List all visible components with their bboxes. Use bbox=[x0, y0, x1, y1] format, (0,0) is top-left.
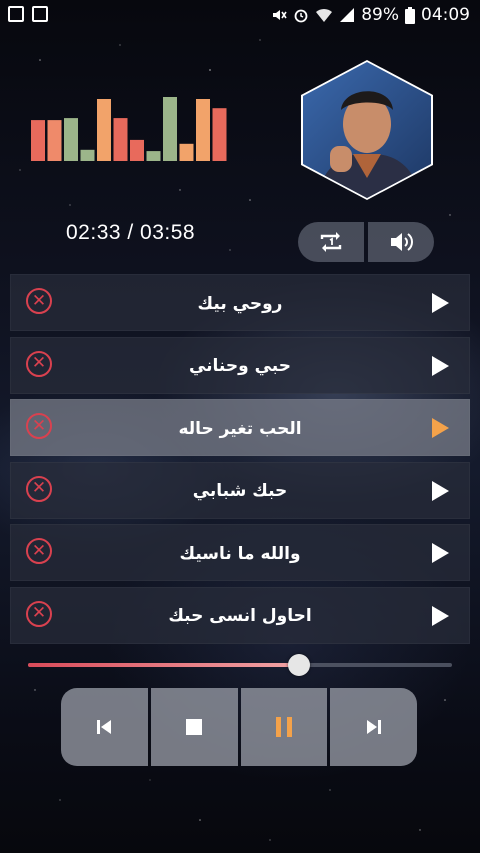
equalizer-visualizer bbox=[31, 97, 227, 161]
next-button[interactable] bbox=[330, 688, 417, 766]
list-item[interactable]: ✕ روحي بيك bbox=[10, 274, 470, 331]
track-title: احاول انسى حبك bbox=[168, 606, 312, 626]
status-bar: 89% 04:09 bbox=[0, 0, 480, 34]
seek-thumb[interactable] bbox=[288, 654, 311, 676]
previous-icon bbox=[97, 720, 112, 734]
equalizer-bar bbox=[196, 99, 210, 161]
signal-icon bbox=[340, 8, 355, 22]
battery-percent: 89% bbox=[361, 5, 399, 25]
elapsed-total-time: 02:33 / 03:58 bbox=[66, 221, 196, 244]
edit-notification-icon bbox=[8, 6, 24, 22]
delete-icon[interactable]: ✕ bbox=[26, 475, 52, 502]
pause-button[interactable] bbox=[240, 688, 328, 766]
track-title: والله ما ناسيك bbox=[179, 543, 301, 564]
seek-progress bbox=[28, 663, 300, 667]
pause-icon bbox=[275, 717, 292, 737]
equalizer-bar bbox=[64, 118, 78, 161]
repeat-button[interactable] bbox=[298, 222, 364, 262]
wifi-icon bbox=[316, 8, 333, 22]
seek-bar[interactable] bbox=[28, 654, 452, 676]
equalizer-bar bbox=[163, 97, 177, 161]
equalizer-bar bbox=[80, 149, 95, 161]
delete-icon[interactable]: ✕ bbox=[26, 538, 52, 564]
transport-controls bbox=[61, 688, 417, 766]
delete-icon[interactable]: ✕ bbox=[26, 288, 52, 314]
track-title: روحي بيك bbox=[197, 293, 283, 314]
battery-icon bbox=[405, 6, 415, 24]
clock: 04:09 bbox=[421, 5, 470, 25]
artist-avatar[interactable] bbox=[295, 58, 439, 202]
alarm-icon bbox=[294, 9, 308, 23]
previous-button[interactable] bbox=[61, 688, 148, 766]
equalizer-bar bbox=[130, 139, 144, 161]
next-icon bbox=[366, 720, 381, 734]
track-title: حبي وحناني bbox=[188, 356, 292, 376]
stop-button[interactable] bbox=[150, 688, 238, 766]
list-item[interactable]: ✕ والله ما ناسيك bbox=[10, 524, 470, 581]
delete-icon[interactable]: ✕ bbox=[26, 350, 52, 377]
play-icon[interactable] bbox=[432, 480, 449, 501]
list-item-active[interactable]: ✕ الحب تغير حاله bbox=[10, 399, 470, 456]
equalizer-bar bbox=[146, 151, 161, 161]
list-item[interactable]: ✕ احاول انسى حبك bbox=[10, 586, 470, 644]
play-icon[interactable] bbox=[432, 293, 449, 313]
play-icon[interactable] bbox=[432, 605, 449, 626]
mute-icon bbox=[273, 10, 287, 20]
stop-icon bbox=[186, 719, 203, 735]
list-item[interactable]: ✕ حبي وحناني bbox=[10, 336, 470, 394]
volume-icon bbox=[391, 233, 413, 251]
equalizer-bar bbox=[179, 143, 194, 161]
play-icon[interactable] bbox=[432, 355, 449, 376]
delete-icon[interactable]: ✕ bbox=[26, 413, 52, 439]
repeat-one-icon bbox=[320, 232, 342, 252]
track-title: الحب تغير حاله bbox=[178, 418, 302, 439]
equalizer-bar bbox=[212, 108, 227, 161]
play-icon[interactable] bbox=[432, 543, 449, 563]
equalizer-bar bbox=[47, 120, 62, 161]
playlist: ✕ روحي بيك ✕ حبي وحناني ✕ الحب تغير حاله… bbox=[10, 274, 470, 649]
track-title: حبك شبابي bbox=[192, 481, 288, 501]
equalizer-bar bbox=[31, 120, 45, 161]
play-icon[interactable] bbox=[432, 418, 449, 438]
delete-icon[interactable]: ✕ bbox=[26, 600, 52, 627]
equalizer-bar bbox=[113, 118, 128, 161]
list-item[interactable]: ✕ حبك شبابي bbox=[10, 461, 470, 519]
volume-button[interactable] bbox=[368, 222, 434, 262]
gallery-notification-icon bbox=[32, 6, 48, 22]
equalizer-bar bbox=[97, 99, 111, 161]
